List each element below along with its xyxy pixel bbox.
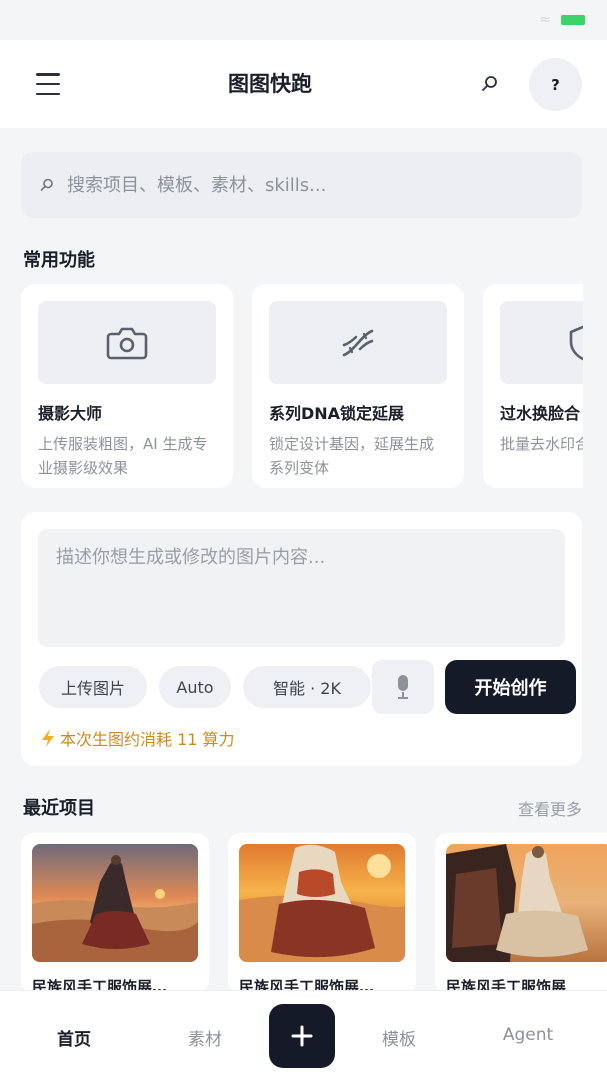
- cost-note: 本次生图约消耗 11 算力: [40, 726, 235, 750]
- feature-card-watermark[interactable]: 过水换脸合 批量去水印合规处理: [483, 284, 583, 488]
- see-more-link[interactable]: 查看更多: [518, 796, 582, 820]
- create-fab[interactable]: [269, 1004, 335, 1068]
- ratio-select[interactable]: Auto: [159, 666, 231, 708]
- feature-carousel[interactable]: 摄影大师 上传服装粗图，AI 生成专业摄影级效果 系列DNA锁定延展 锁定设计基…: [21, 284, 583, 488]
- dna-icon: [342, 329, 374, 356]
- feature-card-photography[interactable]: 摄影大师 上传服装粗图，AI 生成专业摄影级效果: [21, 284, 233, 488]
- cost-note-text: 本次生图约消耗 11 算力: [60, 730, 235, 749]
- search-bar[interactable]: [21, 152, 582, 218]
- quality-select[interactable]: 智能 · 2K: [243, 666, 371, 708]
- project-thumbnail: [239, 844, 405, 962]
- lightning-icon: [42, 729, 54, 747]
- battery-icon: [561, 15, 585, 25]
- feature-name: 系列DNA锁定延展: [269, 404, 405, 423]
- wifi-icon: ≈: [539, 12, 551, 28]
- feature-card-dna[interactable]: 系列DNA锁定延展 锁定设计基因，延展生成系列变体: [252, 284, 464, 488]
- search-input[interactable]: [67, 174, 547, 196]
- nav-home[interactable]: 首页: [24, 1025, 124, 1050]
- upload-image-button[interactable]: 上传图片: [39, 666, 147, 708]
- app-title: 图图快跑: [228, 72, 312, 96]
- recent-section-title: 最近项目: [23, 798, 95, 819]
- feature-desc: 锁定设计基因，延展生成系列变体: [269, 435, 435, 477]
- nav-templates[interactable]: 模板: [349, 1025, 449, 1050]
- nav-agent[interactable]: Agent: [478, 1025, 578, 1045]
- project-thumbnail: [446, 844, 607, 962]
- mic-button[interactable]: [372, 660, 434, 714]
- feature-name: 摄影大师: [38, 404, 103, 423]
- feature-name: 过水换脸合: [500, 404, 581, 423]
- menu-icon[interactable]: [36, 73, 60, 95]
- microphone-icon: [398, 675, 408, 699]
- prompt-composer: 上传图片 Auto 智能 · 2K 开始创作 本次生图约消耗 11 算力: [21, 512, 582, 766]
- nav-assets[interactable]: 素材: [155, 1025, 255, 1050]
- feature-desc: 批量去水印合规处理: [500, 435, 583, 453]
- feature-thumb: [500, 301, 583, 384]
- feature-thumb: [269, 301, 447, 384]
- search-icon: [40, 178, 53, 191]
- start-create-button[interactable]: 开始创作: [445, 660, 576, 714]
- prompt-area[interactable]: [38, 529, 565, 647]
- project-card[interactable]: 民族风手工服饰展…: [228, 833, 416, 993]
- project-card[interactable]: 民族风手工服饰展…: [21, 833, 209, 993]
- project-card[interactable]: 民族风手工服饰展: [435, 833, 607, 993]
- search-icon[interactable]: [480, 74, 500, 94]
- camera-icon: [106, 327, 148, 359]
- status-icons: ≈: [539, 12, 585, 28]
- shield-icon: [569, 325, 583, 360]
- recent-projects-carousel[interactable]: 民族风手工服饰展… 民族风手工服饰展… 民族风手工服饰展: [21, 833, 607, 993]
- features-section-title: 常用功能: [23, 250, 95, 271]
- feature-desc: 上传服装粗图，AI 生成专业摄影级效果: [38, 435, 208, 477]
- prompt-input[interactable]: [56, 543, 547, 633]
- project-thumbnail: [32, 844, 198, 962]
- feature-thumb: [38, 301, 216, 384]
- help-button[interactable]: ?: [529, 58, 582, 111]
- plus-icon: [291, 1025, 313, 1047]
- status-bar: ≈: [0, 0, 607, 40]
- top-app-bar: 图图快跑: [0, 40, 607, 128]
